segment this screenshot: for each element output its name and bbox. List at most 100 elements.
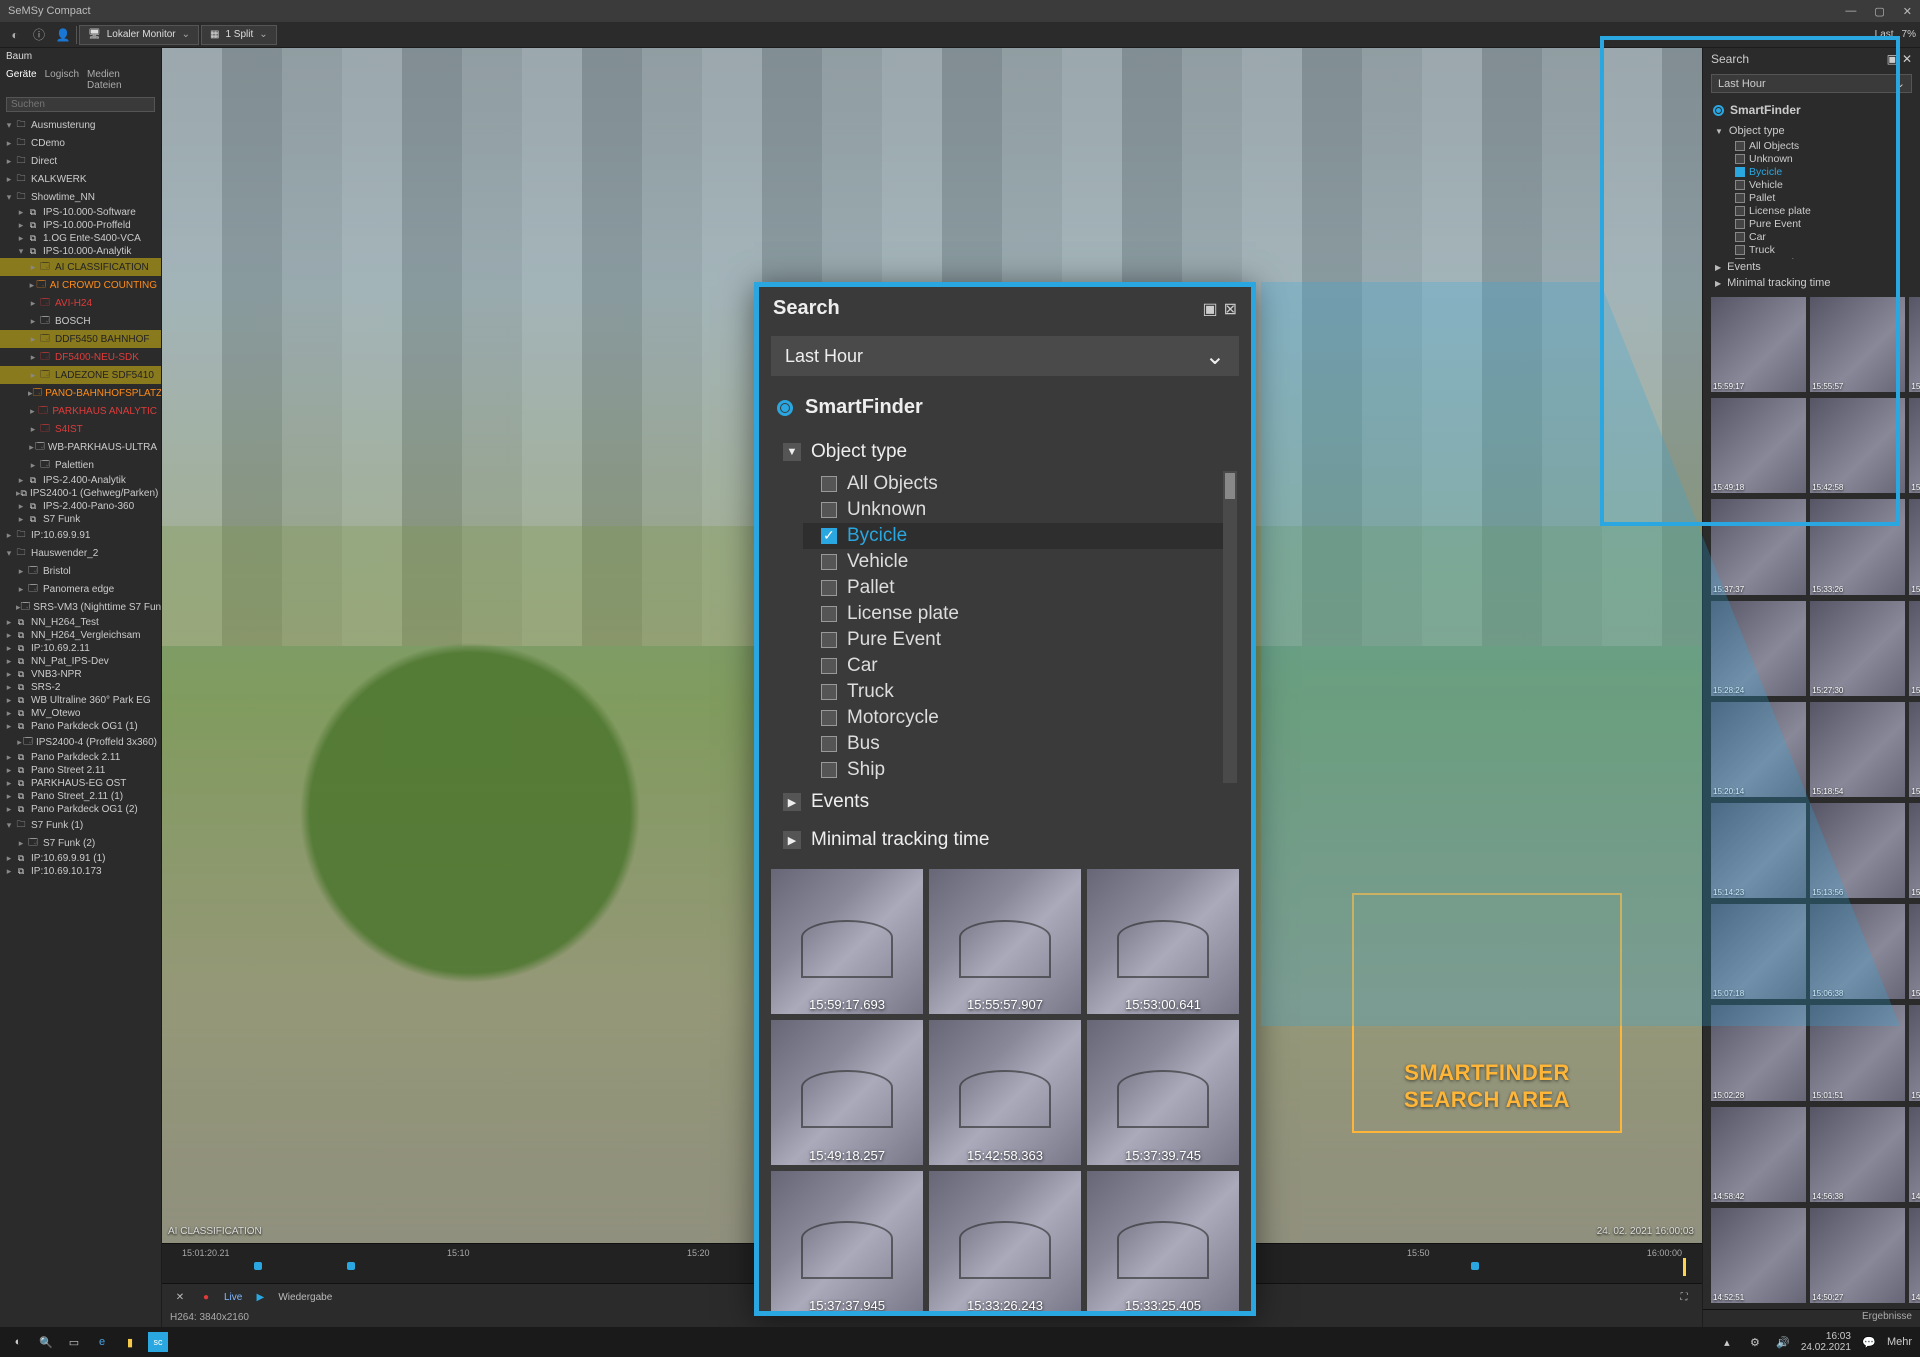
tree-row[interactable]: ▸🗔Bristol bbox=[0, 562, 161, 580]
checkbox-icon[interactable] bbox=[821, 710, 837, 726]
tree-twisty-icon[interactable]: ▸ bbox=[28, 406, 37, 417]
objtype-section[interactable]: ▼ Object type bbox=[759, 433, 1251, 471]
result-thumbnail[interactable]: 15:14:23 bbox=[1711, 803, 1806, 898]
live-label[interactable]: Live bbox=[224, 1292, 242, 1303]
minimize-icon[interactable]: — bbox=[1845, 5, 1856, 18]
result-thumbnail[interactable]: 15:59:17 bbox=[1711, 297, 1806, 392]
tree-twisty-icon[interactable]: ▸ bbox=[4, 138, 14, 149]
result-thumbnail[interactable]: 14:58:42 bbox=[1711, 1107, 1806, 1202]
tracking-section[interactable]: ▶ Minimal tracking time bbox=[759, 821, 1251, 859]
taskview-icon[interactable]: ▭ bbox=[64, 1332, 84, 1352]
smartfinder-radio[interactable]: SmartFinder bbox=[1703, 97, 1920, 123]
checkbox-icon[interactable] bbox=[821, 606, 837, 622]
time-range-dropdown[interactable]: Last Hour ⌄ bbox=[1711, 74, 1912, 93]
tree-row[interactable]: ▸🗔AVI-H24 bbox=[0, 294, 161, 312]
tree-twisty-icon[interactable]: ▸ bbox=[16, 838, 26, 849]
clock[interactable]: 16:03 24.02.2021 bbox=[1801, 1331, 1851, 1353]
tree-row[interactable]: ▾🗀Ausmusterung bbox=[0, 116, 161, 134]
objtype-item[interactable]: License plate bbox=[803, 601, 1237, 627]
tree-twisty-icon[interactable]: ▸ bbox=[4, 708, 14, 719]
tree-row[interactable]: ▸⧉SRS-2 bbox=[0, 681, 161, 694]
search-icon[interactable]: 🔍 bbox=[36, 1332, 56, 1352]
tree-row[interactable]: ▸🗔PARKHAUS ANALYTIC bbox=[0, 402, 161, 420]
tree-twisty-icon[interactable]: ▸ bbox=[4, 656, 14, 667]
user-icon[interactable]: 👤 bbox=[52, 24, 74, 46]
app-icon[interactable]: sc bbox=[148, 1332, 168, 1352]
result-thumbnail[interactable]: 15:01:48 bbox=[1909, 1005, 1920, 1100]
tree-twisty-icon[interactable]: ▸ bbox=[28, 460, 38, 471]
tree-twisty-icon[interactable]: ▸ bbox=[28, 352, 38, 363]
result-thumbnail[interactable]: 15:37:37 bbox=[1711, 499, 1806, 594]
checkbox-icon[interactable] bbox=[821, 632, 837, 648]
close-viewport-button[interactable]: ✕ bbox=[172, 1290, 188, 1306]
notifications-icon[interactable]: 💬 bbox=[1859, 1332, 1879, 1352]
tree-twisty-icon[interactable]: ▸ bbox=[16, 737, 23, 748]
tab-logical[interactable]: Logisch bbox=[45, 69, 79, 91]
time-range-dropdown[interactable]: Last Hour ⌄ bbox=[771, 336, 1239, 376]
tree-row[interactable]: ▸🗔BOSCH bbox=[0, 312, 161, 330]
tab-devices[interactable]: Geräte bbox=[6, 69, 37, 91]
tree-row[interactable]: ▸🗔SRS-VM3 (Nighttime S7 Funk) bbox=[0, 598, 161, 616]
tree-twisty-icon[interactable]: ▸ bbox=[16, 501, 26, 512]
expand-icon[interactable]: ⛶ bbox=[1676, 1290, 1692, 1306]
result-thumbnail[interactable]: 15:15:29 bbox=[1909, 702, 1920, 797]
result-thumbnail[interactable]: 15:06:38 bbox=[1810, 904, 1905, 999]
tree-twisty-icon[interactable]: ▸ bbox=[4, 853, 14, 864]
search-input[interactable] bbox=[6, 97, 155, 112]
tree-row[interactable]: ▸🗔AI CLASSIFICATION bbox=[0, 258, 161, 276]
tree-row[interactable]: ▸⧉Pano Parkdeck 2.11 bbox=[0, 751, 161, 764]
app-logo-icon[interactable]: ◐ bbox=[4, 24, 26, 46]
checkbox-icon[interactable] bbox=[1735, 245, 1745, 255]
events-section[interactable]: ▶ Events bbox=[1703, 259, 1920, 275]
result-thumbnail[interactable]: 15:06:07 bbox=[1909, 904, 1920, 999]
result-thumbnail[interactable]: 15:20:14 bbox=[1711, 702, 1806, 797]
tree-twisty-icon[interactable]: ▸ bbox=[4, 765, 14, 776]
tree-twisty-icon[interactable]: ▸ bbox=[4, 630, 14, 641]
timeline-marker[interactable] bbox=[347, 1262, 355, 1270]
tree-twisty-icon[interactable]: ▸ bbox=[28, 316, 38, 327]
monitor-dropdown[interactable]: 🖥 Lokaler Monitor ⌄ bbox=[79, 25, 199, 45]
result-thumbnail[interactable]: 15:07:18 bbox=[1711, 904, 1806, 999]
result-thumbnail[interactable]: 15:49:18 bbox=[1711, 398, 1806, 493]
tree-twisty-icon[interactable]: ▸ bbox=[16, 220, 26, 231]
result-thumbnail[interactable]: 15:33:26.243 bbox=[929, 1171, 1081, 1312]
checkbox-icon[interactable] bbox=[1735, 167, 1745, 177]
tree-row[interactable]: ▸🗔Palettien bbox=[0, 456, 161, 474]
objtype-item[interactable]: All Objects bbox=[1735, 139, 1920, 152]
result-thumbnail[interactable]: 15:49:18.257 bbox=[771, 1020, 923, 1165]
tree-row[interactable]: ▾🗀Hauswender_2 bbox=[0, 544, 161, 562]
tree-row[interactable]: ▸🗔S7 Funk (2) bbox=[0, 834, 161, 852]
checkbox-icon[interactable] bbox=[821, 684, 837, 700]
objtype-item[interactable]: Bycicle bbox=[803, 523, 1237, 549]
tree-row[interactable]: ▸🗀IP:10.69.9.91 bbox=[0, 526, 161, 544]
timeline-marker[interactable] bbox=[254, 1262, 262, 1270]
tree-twisty-icon[interactable]: ▸ bbox=[4, 156, 14, 167]
tree-row[interactable]: ▸⧉IPS-2.400-Pano-360 bbox=[0, 500, 161, 513]
result-thumbnail[interactable]: 15:53:00.641 bbox=[1087, 869, 1239, 1014]
tree-row[interactable]: ▾⧉IPS-10.000-Analytik bbox=[0, 245, 161, 258]
result-thumbnail[interactable]: 15:21:21 bbox=[1909, 601, 1920, 696]
checkbox-icon[interactable] bbox=[821, 658, 837, 674]
objtype-item[interactable]: Ship bbox=[803, 757, 1237, 783]
result-thumbnail[interactable]: 15:09:31 bbox=[1909, 803, 1920, 898]
tree-row[interactable]: ▸⧉NN_Pat_IPS-Dev bbox=[0, 655, 161, 668]
tree-twisty-icon[interactable]: ▸ bbox=[16, 475, 26, 486]
tree-twisty-icon[interactable]: ▸ bbox=[4, 643, 14, 654]
tree-twisty-icon[interactable]: ▸ bbox=[28, 280, 36, 291]
result-thumbnail[interactable]: 15:53:00 bbox=[1909, 297, 1920, 392]
scrollbar-thumb[interactable] bbox=[1225, 473, 1235, 499]
objtype-item[interactable]: Pure Event bbox=[803, 627, 1237, 653]
result-thumbnail[interactable]: 15:33:25.405 bbox=[1087, 1171, 1239, 1312]
tree-twisty-icon[interactable]: ▸ bbox=[4, 530, 14, 541]
objtype-item[interactable]: Bus bbox=[803, 731, 1237, 757]
tree-row[interactable]: ▸⧉IP:10.69.2.11 bbox=[0, 642, 161, 655]
tree-row[interactable]: ▸🗔PANO-BAHNHOFSPLATZ bbox=[0, 384, 161, 402]
tree-row[interactable]: ▸⧉S7 Funk bbox=[0, 513, 161, 526]
tree-twisty-icon[interactable]: ▸ bbox=[4, 804, 14, 815]
popout-icon[interactable]: ▣ bbox=[1202, 299, 1217, 319]
timeline-playhead[interactable] bbox=[1683, 1258, 1686, 1276]
result-thumbnail[interactable]: 15:33:26 bbox=[1810, 499, 1905, 594]
result-thumbnail[interactable]: 15:55:57.907 bbox=[929, 869, 1081, 1014]
tree-twisty-icon[interactable]: ▸ bbox=[4, 791, 14, 802]
tracking-section[interactable]: ▶ Minimal tracking time bbox=[1703, 275, 1920, 291]
